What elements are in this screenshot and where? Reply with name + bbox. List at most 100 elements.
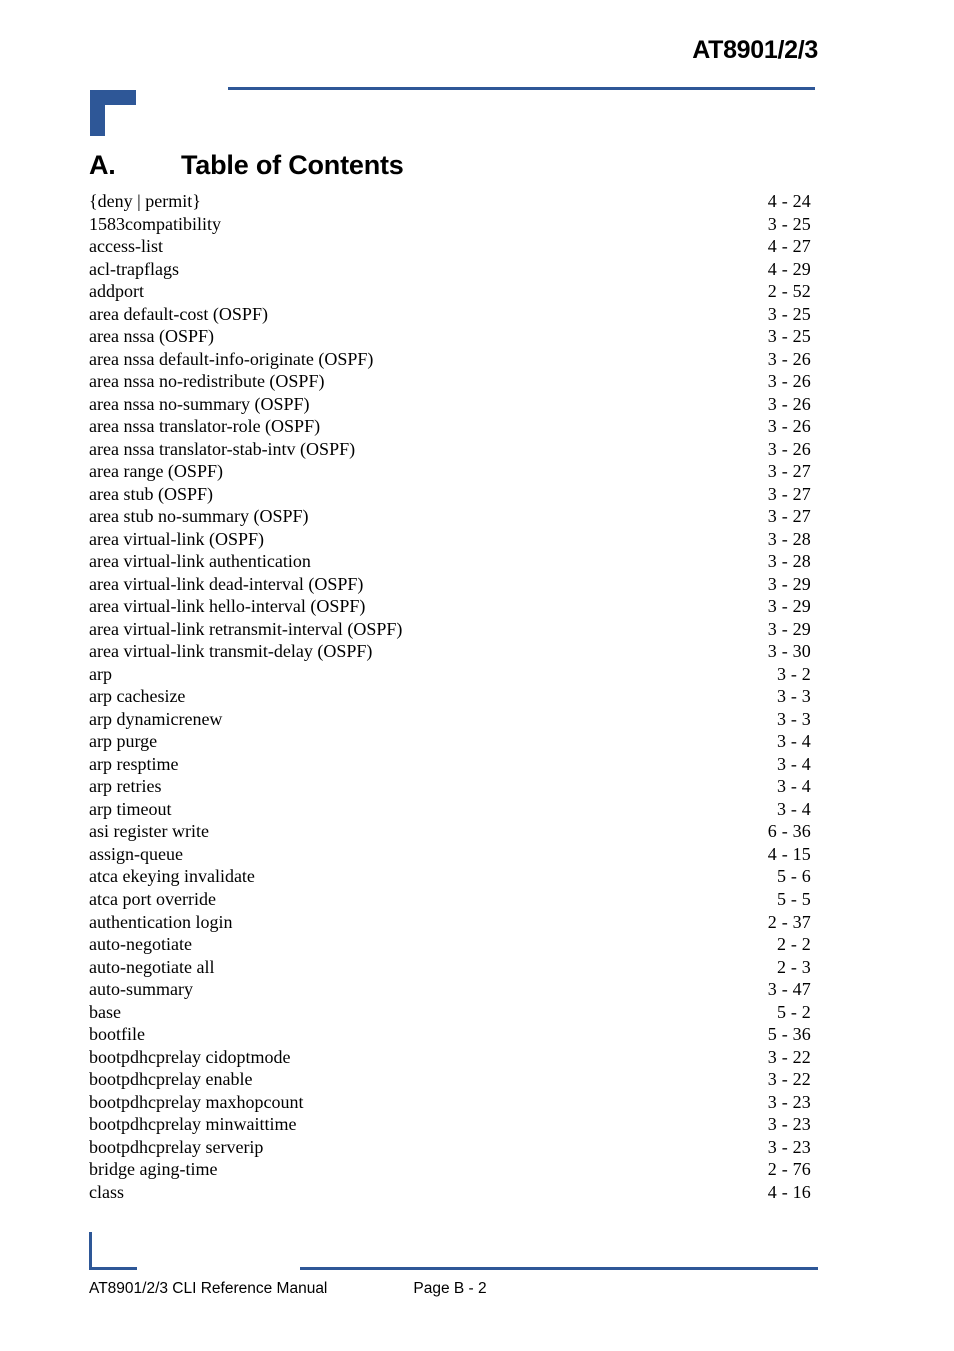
- page-footer: AT8901/2/3 CLI Reference Manual Page B - …: [89, 1280, 819, 1298]
- toc-entry-label: area nssa translator-role (OSPF): [89, 416, 321, 437]
- toc-entry-page-number: 4 - 29: [767, 258, 811, 279]
- toc-entry-label: arp dynamicrenew: [89, 708, 223, 729]
- toc-entry-row[interactable]: area range (OSPF) 3 - 27: [89, 460, 811, 483]
- toc-entry-page-number: 3 - 47: [767, 979, 811, 1000]
- toc-entry-page-number: 3 - 4: [777, 776, 811, 797]
- toc-entry-label: bootpdhcprelay serverip: [89, 1136, 264, 1157]
- toc-entry-row[interactable]: asi register write 6 - 36: [89, 820, 811, 843]
- toc-entry-label: auto-negotiate: [89, 934, 192, 955]
- toc-entry-row[interactable]: auto-negotiate 2 - 2: [89, 933, 811, 956]
- section-title-text: Table of Contents: [181, 150, 404, 180]
- toc-entry-page-number: 4 - 16: [767, 1181, 811, 1202]
- toc-entry-page-number: 3 - 28: [767, 551, 811, 572]
- bracket-vertical-arm: [90, 90, 105, 136]
- toc-entry-page-number: 3 - 2: [777, 663, 811, 684]
- toc-entry-label: bootpdhcprelay cidoptmode: [89, 1046, 291, 1067]
- toc-entry-row[interactable]: arp 3 - 2: [89, 663, 811, 686]
- toc-entry-page-number: 6 - 36: [767, 821, 811, 842]
- toc-entry-row[interactable]: area nssa translator-role (OSPF) 3 - 26: [89, 415, 811, 438]
- toc-entry-page-number: 3 - 3: [777, 686, 811, 707]
- toc-entry-row[interactable]: bootpdhcprelay serverip 3 - 23: [89, 1136, 811, 1159]
- toc-entry-row[interactable]: atca ekeying invalidate 5 - 6: [89, 865, 811, 888]
- toc-entry-row[interactable]: arp cachesize 3 - 3: [89, 685, 811, 708]
- toc-entry-page-number: 2 - 76: [767, 1159, 811, 1180]
- toc-entry-label: arp retries: [89, 776, 162, 797]
- toc-entry-row[interactable]: bridge aging-time 2 - 76: [89, 1158, 811, 1181]
- toc-entry-label: auto-negotiate all: [89, 956, 215, 977]
- toc-entry-row[interactable]: area virtual-link retransmit-interval (O…: [89, 618, 811, 641]
- toc-entry-label: area virtual-link hello-interval (OSPF): [89, 596, 366, 617]
- bracket-vertical-arm: [89, 1232, 92, 1270]
- toc-entry-label: authentication login: [89, 911, 233, 932]
- toc-entry-row[interactable]: area stub no-summary (OSPF) 3 - 27: [89, 505, 811, 528]
- toc-entry-page-number: 3 - 25: [767, 326, 811, 347]
- toc-entry-row[interactable]: area virtual-link (OSPF) 3 - 28: [89, 528, 811, 551]
- toc-entry-row[interactable]: area virtual-link transmit-delay (OSPF) 3…: [89, 640, 811, 663]
- toc-entry-row[interactable]: access-list 4 - 27: [89, 235, 811, 258]
- toc-entry-row[interactable]: base 5 - 2: [89, 1001, 811, 1024]
- toc-entry-label: auto-summary: [89, 979, 193, 1000]
- document-title: AT8901/2/3: [692, 36, 818, 64]
- toc-entry-row[interactable]: bootfile 5 - 36: [89, 1023, 811, 1046]
- toc-entry-row[interactable]: area nssa no-summary (OSPF) 3 - 26: [89, 393, 811, 416]
- toc-entry-label: bridge aging-time: [89, 1159, 218, 1180]
- toc-entry-row[interactable]: class 4 - 16: [89, 1181, 811, 1204]
- table-of-contents-list: {deny | permit} 4 - 24 1583compatibility 3 …: [89, 190, 811, 1203]
- toc-entry-page-number: 3 - 29: [767, 573, 811, 594]
- toc-entry-row[interactable]: area nssa (OSPF) 3 - 25: [89, 325, 811, 348]
- toc-entry-page-number: 3 - 26: [767, 438, 811, 459]
- toc-entry-label: area nssa no-redistribute (OSPF): [89, 371, 325, 392]
- toc-entry-row[interactable]: arp purge 3 - 4: [89, 730, 811, 753]
- toc-entry-row[interactable]: arp timeout 3 - 4: [89, 798, 811, 821]
- toc-entry-label: {deny | permit}: [89, 191, 201, 211]
- bracket-horizontal-arm: [89, 1267, 137, 1270]
- toc-entry-label: access-list: [89, 236, 163, 257]
- toc-entry-label: area nssa translator-stab-intv (OSPF): [89, 438, 356, 459]
- toc-entry-row[interactable]: arp resptime 3 - 4: [89, 753, 811, 776]
- toc-entry-page-number: 3 - 30: [767, 641, 811, 662]
- toc-entry-label: area range (OSPF): [89, 461, 223, 482]
- toc-entry-row[interactable]: area stub (OSPF) 3 - 27: [89, 483, 811, 506]
- toc-entry-row[interactable]: auto-summary 3 - 47: [89, 978, 811, 1001]
- toc-entry-row[interactable]: atca port override 5 - 5: [89, 888, 811, 911]
- toc-entry-page-number: 5 - 36: [767, 1024, 811, 1045]
- toc-entry-label: bootfile: [89, 1024, 145, 1045]
- toc-entry-label: area stub no-summary (OSPF): [89, 506, 309, 527]
- toc-entry-label: class: [89, 1181, 124, 1202]
- toc-entry-row[interactable]: area virtual-link authentication 3 - 28: [89, 550, 811, 573]
- toc-entry-row[interactable]: area default-cost (OSPF) 3 - 25: [89, 303, 811, 326]
- toc-entry-row[interactable]: addport 2 - 52: [89, 280, 811, 303]
- toc-entry-row[interactable]: 1583compatibility 3 - 25: [89, 213, 811, 236]
- toc-entry-page-number: 3 - 29: [767, 596, 811, 617]
- toc-entry-row[interactable]: area nssa no-redistribute (OSPF) 3 - 26: [89, 370, 811, 393]
- toc-entry-row[interactable]: area virtual-link hello-interval (OSPF) 3…: [89, 595, 811, 618]
- toc-entry-row[interactable]: area nssa default-info-originate (OSPF) 3…: [89, 348, 811, 371]
- toc-entry-row[interactable]: {deny | permit} 4 - 24: [89, 190, 811, 213]
- toc-entry-row[interactable]: area nssa translator-stab-intv (OSPF) 3 -…: [89, 438, 811, 461]
- toc-entry-page-number: 3 - 26: [767, 393, 811, 414]
- toc-entry-label: arp resptime: [89, 753, 179, 774]
- toc-entry-label: area nssa default-info-originate (OSPF): [89, 348, 374, 369]
- toc-entry-row[interactable]: bootpdhcprelay cidoptmode 3 - 22: [89, 1046, 811, 1069]
- toc-entry-label: atca ekeying invalidate: [89, 866, 255, 887]
- toc-entry-label: 1583compatibility: [89, 213, 221, 234]
- toc-entry-label: asi register write: [89, 821, 209, 842]
- toc-entry-row[interactable]: bootpdhcprelay minwaittime 3 - 23: [89, 1113, 811, 1136]
- toc-entry-row[interactable]: acl-trapflags 4 - 29: [89, 258, 811, 281]
- toc-entry-page-number: 3 - 22: [767, 1069, 811, 1090]
- toc-entry-label: arp cachesize: [89, 686, 186, 707]
- toc-entry-page-number: 4 - 24: [767, 191, 811, 211]
- toc-entry-row[interactable]: bootpdhcprelay enable 3 - 22: [89, 1068, 811, 1091]
- toc-entry-row[interactable]: arp retries 3 - 4: [89, 775, 811, 798]
- toc-entry-row[interactable]: authentication login 2 - 37: [89, 911, 811, 934]
- toc-entry-row[interactable]: area virtual-link dead-interval (OSPF) 3 …: [89, 573, 811, 596]
- toc-entry-page-number: 3 - 3: [777, 708, 811, 729]
- toc-entry-row[interactable]: assign-queue 4 - 15: [89, 843, 811, 866]
- toc-entry-row[interactable]: arp dynamicrenew 3 - 3: [89, 708, 811, 731]
- toc-entry-page-number: 3 - 26: [767, 371, 811, 392]
- footer-divider-rule: [300, 1267, 818, 1270]
- toc-entry-row[interactable]: auto-negotiate all 2 - 3: [89, 956, 811, 979]
- toc-entry-label: assign-queue: [89, 843, 183, 864]
- toc-entry-row[interactable]: bootpdhcprelay maxhopcount 3 - 23: [89, 1091, 811, 1114]
- toc-entry-label: arp: [89, 663, 112, 684]
